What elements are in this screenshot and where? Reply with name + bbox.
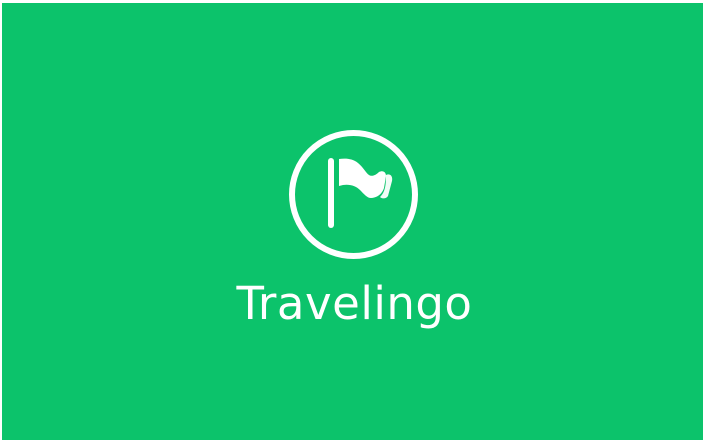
- app-logo: [287, 128, 420, 261]
- app-name: Travelingo: [236, 277, 473, 330]
- splash-screen: Travelingo: [2, 3, 703, 440]
- flag-in-circle-icon: [289, 130, 418, 259]
